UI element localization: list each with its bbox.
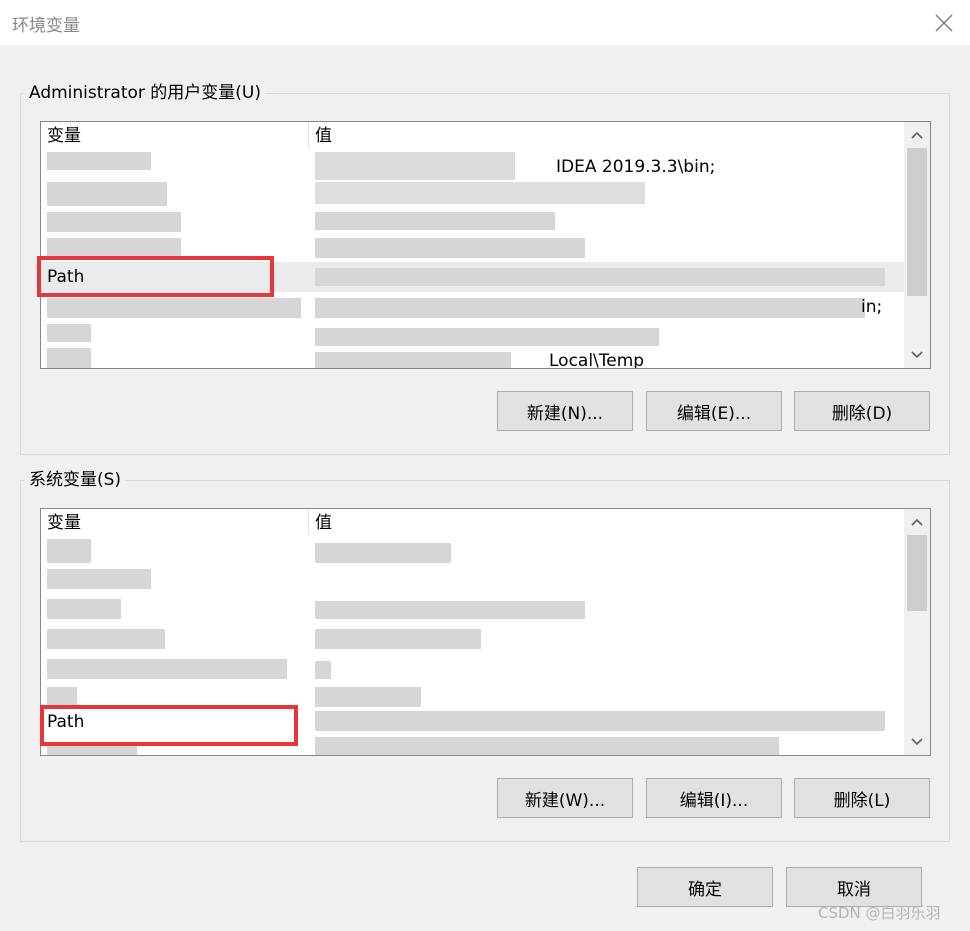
list-header: 变量 值 [41, 509, 930, 535]
blurred-value [315, 268, 885, 286]
blurred-variable [47, 599, 121, 619]
path-highlight-box [37, 256, 274, 297]
blurred-value [315, 212, 555, 230]
scroll-up-button[interactable] [904, 509, 930, 535]
system-new-button[interactable]: 新建(W)... [497, 778, 633, 818]
system-edit-button[interactable]: 编辑(I)... [646, 778, 782, 818]
user-variables-list[interactable]: 变量 值 IDEA 2019.3.3\bin; Path in; Local\T… [40, 121, 931, 369]
blurred-value [315, 711, 885, 731]
close-icon [935, 14, 953, 32]
scroll-thumb[interactable] [907, 148, 927, 296]
blurred-value [315, 543, 451, 563]
blurred-variable [47, 539, 91, 563]
blurred-variable [47, 212, 181, 232]
vertical-scrollbar[interactable] [904, 122, 930, 368]
close-button[interactable] [922, 6, 966, 40]
blurred-variable [47, 324, 91, 342]
blurred-variable [47, 238, 181, 258]
blurred-variable [47, 687, 77, 705]
column-header-value[interactable]: 值 [309, 509, 905, 535]
scroll-down-button[interactable] [904, 729, 930, 755]
blurred-value [315, 737, 779, 755]
chevron-down-icon [911, 738, 923, 746]
window-title: 环境变量 [12, 16, 80, 36]
list-item[interactable]: IDEA 2019.3.3\bin; [41, 152, 930, 182]
chevron-up-icon [911, 131, 923, 139]
user-edit-button[interactable]: 编辑(E)... [646, 391, 782, 431]
scroll-up-button[interactable] [904, 122, 930, 148]
user-new-button[interactable]: 新建(N)... [497, 391, 633, 431]
list-item[interactable]: Local\Temp [41, 346, 930, 369]
column-header-value[interactable]: 值 [309, 122, 905, 148]
cancel-button[interactable]: 取消 [786, 867, 922, 907]
scroll-down-button[interactable] [904, 342, 930, 368]
path-highlight-box [40, 705, 298, 746]
ok-button[interactable]: 确定 [637, 867, 773, 907]
blurred-value [315, 601, 585, 619]
value-fragment: in; [861, 297, 883, 317]
vertical-scrollbar[interactable] [904, 509, 930, 755]
blurred-value [315, 661, 331, 679]
title-bar: 环境变量 [0, 0, 970, 45]
blurred-variable [47, 182, 167, 206]
blurred-variable [47, 569, 151, 589]
blurred-value [315, 238, 585, 258]
column-header-variable[interactable]: 变量 [41, 122, 308, 148]
blurred-variable [47, 659, 287, 679]
blurred-value [315, 687, 421, 707]
system-variables-legend: 系统变量(S) [25, 470, 126, 490]
value-fragment: Local\Temp [549, 351, 645, 369]
blurred-value [315, 182, 645, 204]
watermark: CSDN @白羽乐羽 [818, 904, 941, 922]
list-header: 变量 值 [41, 122, 930, 148]
scroll-thumb[interactable] [907, 535, 927, 611]
chevron-up-icon [911, 518, 923, 526]
user-delete-button[interactable]: 删除(D) [794, 391, 930, 431]
value-fragment: IDEA 2019.3.3\bin; [556, 157, 716, 177]
blurred-variable [47, 629, 165, 649]
blurred-value [315, 629, 481, 649]
user-variables-legend: Administrator 的用户变量(U) [25, 83, 265, 103]
chevron-down-icon [911, 351, 923, 359]
system-delete-button[interactable]: 删除(L) [794, 778, 930, 818]
column-header-variable[interactable]: 变量 [41, 509, 308, 535]
blurred-value [315, 328, 659, 346]
